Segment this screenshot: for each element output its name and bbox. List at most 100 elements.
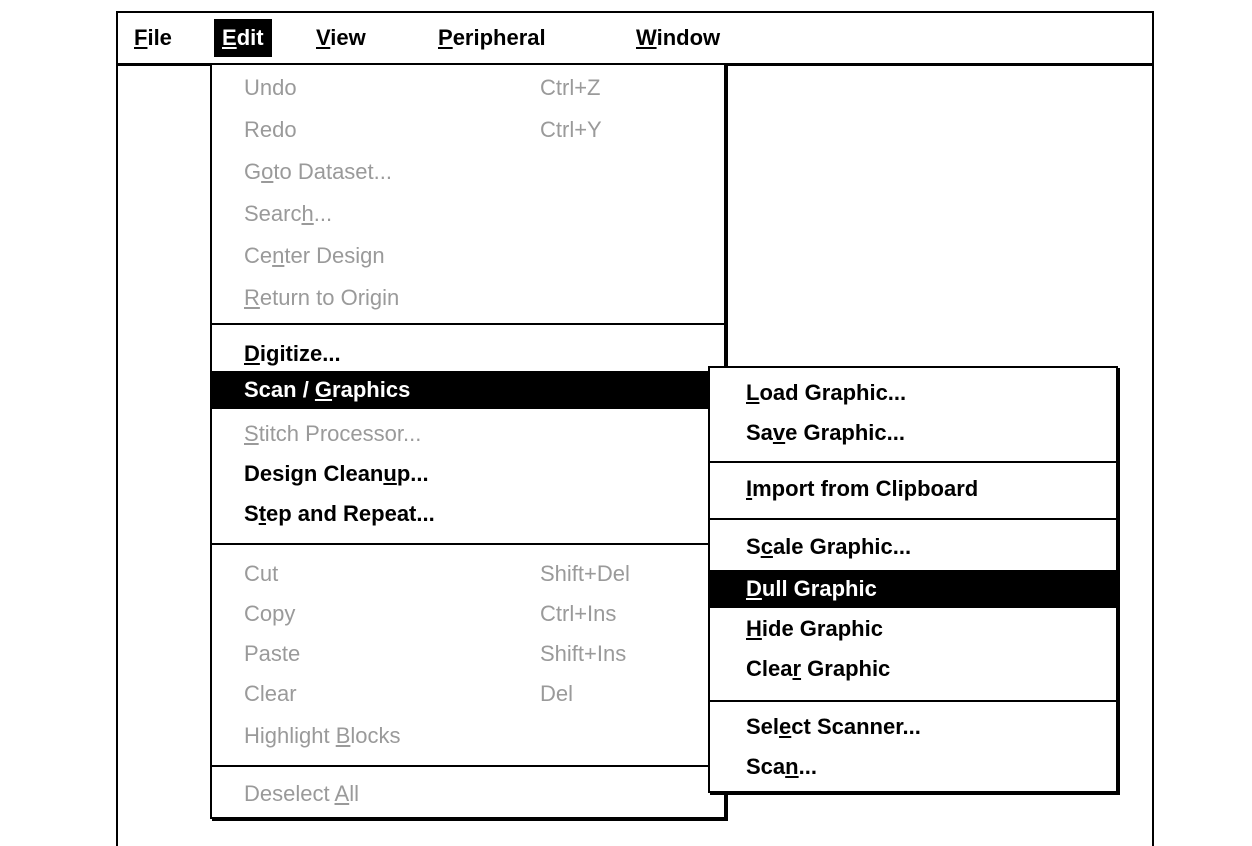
item-label: G bbox=[244, 159, 262, 184]
item-accelerator: Shift+Del bbox=[540, 561, 630, 586]
menu-edit-mnemonic: E bbox=[222, 25, 237, 50]
item-mnemonic: c bbox=[760, 534, 773, 559]
edit-item-goto-dataset[interactable]: Goto Dataset... bbox=[212, 153, 724, 191]
item-label-rest: ct Scanner... bbox=[791, 714, 921, 739]
item-label: S bbox=[244, 501, 259, 526]
item-mnemonic: h bbox=[301, 201, 314, 226]
item-label: Deselect bbox=[244, 781, 335, 806]
menu-peripheral-label-rest: eripheral bbox=[452, 25, 546, 50]
edit-item-paste[interactable]: Paste Shift+Ins bbox=[212, 635, 724, 673]
item-mnemonic: R bbox=[244, 285, 260, 310]
menu-file[interactable]: File bbox=[126, 19, 180, 57]
item-mnemonic: L bbox=[746, 380, 760, 405]
edit-item-search[interactable]: Search... bbox=[212, 195, 724, 233]
item-label-rest: titch Processor... bbox=[258, 421, 422, 446]
item-label: Copy bbox=[244, 601, 296, 626]
edit-item-scan-graphics[interactable]: Scan / Graphics bbox=[212, 371, 724, 409]
item-mnemonic: S bbox=[244, 421, 259, 446]
menu-peripheral-mnemonic: P bbox=[438, 25, 453, 50]
edit-item-center-design[interactable]: Center Design bbox=[212, 237, 724, 275]
item-mnemonic: D bbox=[244, 341, 260, 366]
item-label: Undo bbox=[244, 75, 297, 100]
menu-separator bbox=[212, 323, 724, 325]
sub-item-clear-graphic[interactable]: Clear Graphic bbox=[710, 650, 1116, 688]
edit-item-digitize[interactable]: Digitize... bbox=[212, 335, 724, 373]
item-label-rest: eturn to Origin bbox=[259, 285, 400, 310]
menu-separator bbox=[212, 765, 724, 767]
item-mnemonic: e bbox=[779, 714, 792, 739]
item-accelerator: Shift+Ins bbox=[540, 641, 627, 666]
menu-separator bbox=[710, 700, 1116, 702]
sub-item-save-graphic[interactable]: Save Graphic... bbox=[710, 414, 1116, 452]
item-label: Paste bbox=[244, 641, 301, 666]
menu-peripheral[interactable]: Peripheral bbox=[430, 19, 554, 57]
edit-item-deselect-all[interactable]: Deselect All bbox=[212, 775, 724, 813]
menu-view-mnemonic: V bbox=[316, 25, 331, 50]
edit-item-return-to-origin[interactable]: Return to Origin bbox=[212, 279, 724, 317]
item-label: Sel bbox=[746, 714, 780, 739]
sub-item-scan[interactable]: Scan... bbox=[710, 748, 1116, 786]
edit-item-redo[interactable]: Redo Ctrl+Y bbox=[212, 111, 724, 149]
item-label-rest: ide Graphic bbox=[761, 616, 883, 641]
item-label: Ce bbox=[244, 243, 273, 268]
menu-view-label-rest: iew bbox=[330, 25, 366, 50]
item-label: S bbox=[746, 534, 761, 559]
item-label: Sa bbox=[746, 420, 773, 445]
item-label-rest: mport from Clipboard bbox=[752, 476, 979, 501]
menu-file-mnemonic: F bbox=[134, 25, 148, 50]
item-mnemonic: n bbox=[785, 754, 799, 779]
item-mnemonic: r bbox=[792, 656, 802, 681]
menu-bar: File Edit View Peripheral Window bbox=[118, 13, 1152, 65]
menu-separator bbox=[710, 461, 1116, 463]
item-mnemonic: B bbox=[335, 723, 351, 748]
menu-window-mnemonic: W bbox=[636, 25, 657, 50]
menu-edit-label-rest: dit bbox=[236, 25, 264, 50]
edit-item-stitch-processor[interactable]: Stitch Processor... bbox=[212, 415, 724, 453]
edit-item-copy[interactable]: Copy Ctrl+Ins bbox=[212, 595, 724, 633]
sub-item-dull-graphic[interactable]: Dull Graphic bbox=[710, 570, 1116, 608]
menu-separator bbox=[710, 518, 1116, 520]
menu-window-label-rest: indow bbox=[656, 25, 721, 50]
item-accelerator: Ctrl+Y bbox=[540, 117, 602, 142]
item-label-rest: ull Graphic bbox=[761, 576, 877, 601]
item-label-rest: to Dataset... bbox=[273, 159, 392, 184]
item-accelerator: Del bbox=[540, 681, 574, 706]
menu-window[interactable]: Window bbox=[628, 19, 728, 57]
edit-item-cut[interactable]: Cut Shift+Del bbox=[212, 555, 724, 593]
edit-item-highlight-blocks[interactable]: Highlight Blocks bbox=[212, 717, 724, 755]
sub-item-load-graphic[interactable]: Load Graphic... bbox=[710, 374, 1116, 412]
edit-item-step-and-repeat[interactable]: Step and Repeat... bbox=[212, 495, 724, 533]
item-label-rest: locks bbox=[350, 723, 401, 748]
item-mnemonic: t bbox=[258, 501, 267, 526]
item-mnemonic: A bbox=[334, 781, 350, 806]
item-label-rest: ... bbox=[313, 201, 333, 226]
menu-edit[interactable]: Edit bbox=[214, 19, 272, 57]
edit-menu: Undo Ctrl+Z Redo Ctrl+Y Goto Dataset... Se… bbox=[210, 63, 726, 819]
sub-item-select-scanner[interactable]: Select Scanner... bbox=[710, 708, 1116, 746]
item-mnemonic: D bbox=[746, 576, 762, 601]
item-label-rest: ale Graphic... bbox=[772, 534, 912, 559]
edit-item-clear[interactable]: Clear Del bbox=[212, 675, 724, 713]
item-label-rest: raphics bbox=[332, 377, 411, 402]
item-accelerator: Ctrl+Z bbox=[540, 75, 601, 100]
edit-item-design-cleanup[interactable]: Design Cleanup... bbox=[212, 455, 724, 493]
item-label-rest: e Graphic... bbox=[785, 420, 905, 445]
item-label-rest: p... bbox=[396, 461, 429, 486]
item-label-rest: oad Graphic... bbox=[759, 380, 907, 405]
item-label: Clea bbox=[746, 656, 793, 681]
item-label: Highlight bbox=[244, 723, 336, 748]
sub-item-hide-graphic[interactable]: Hide Graphic bbox=[710, 610, 1116, 648]
edit-item-undo[interactable]: Undo Ctrl+Z bbox=[212, 69, 724, 107]
item-mnemonic: u bbox=[383, 461, 397, 486]
sub-item-scale-graphic[interactable]: Scale Graphic... bbox=[710, 528, 1116, 566]
item-mnemonic: v bbox=[772, 420, 786, 445]
menu-file-label-rest: ile bbox=[147, 25, 172, 50]
sub-item-import-from-clipboard[interactable]: Import from Clipboard bbox=[710, 470, 1116, 508]
item-label: Sca bbox=[746, 754, 786, 779]
item-label: Clear bbox=[244, 681, 297, 706]
menu-view[interactable]: View bbox=[308, 19, 374, 57]
item-label-rest: igitize... bbox=[259, 341, 341, 366]
menu-separator bbox=[212, 543, 724, 545]
item-label-rest: Graphic bbox=[801, 656, 891, 681]
item-label: Scan / bbox=[244, 377, 315, 402]
